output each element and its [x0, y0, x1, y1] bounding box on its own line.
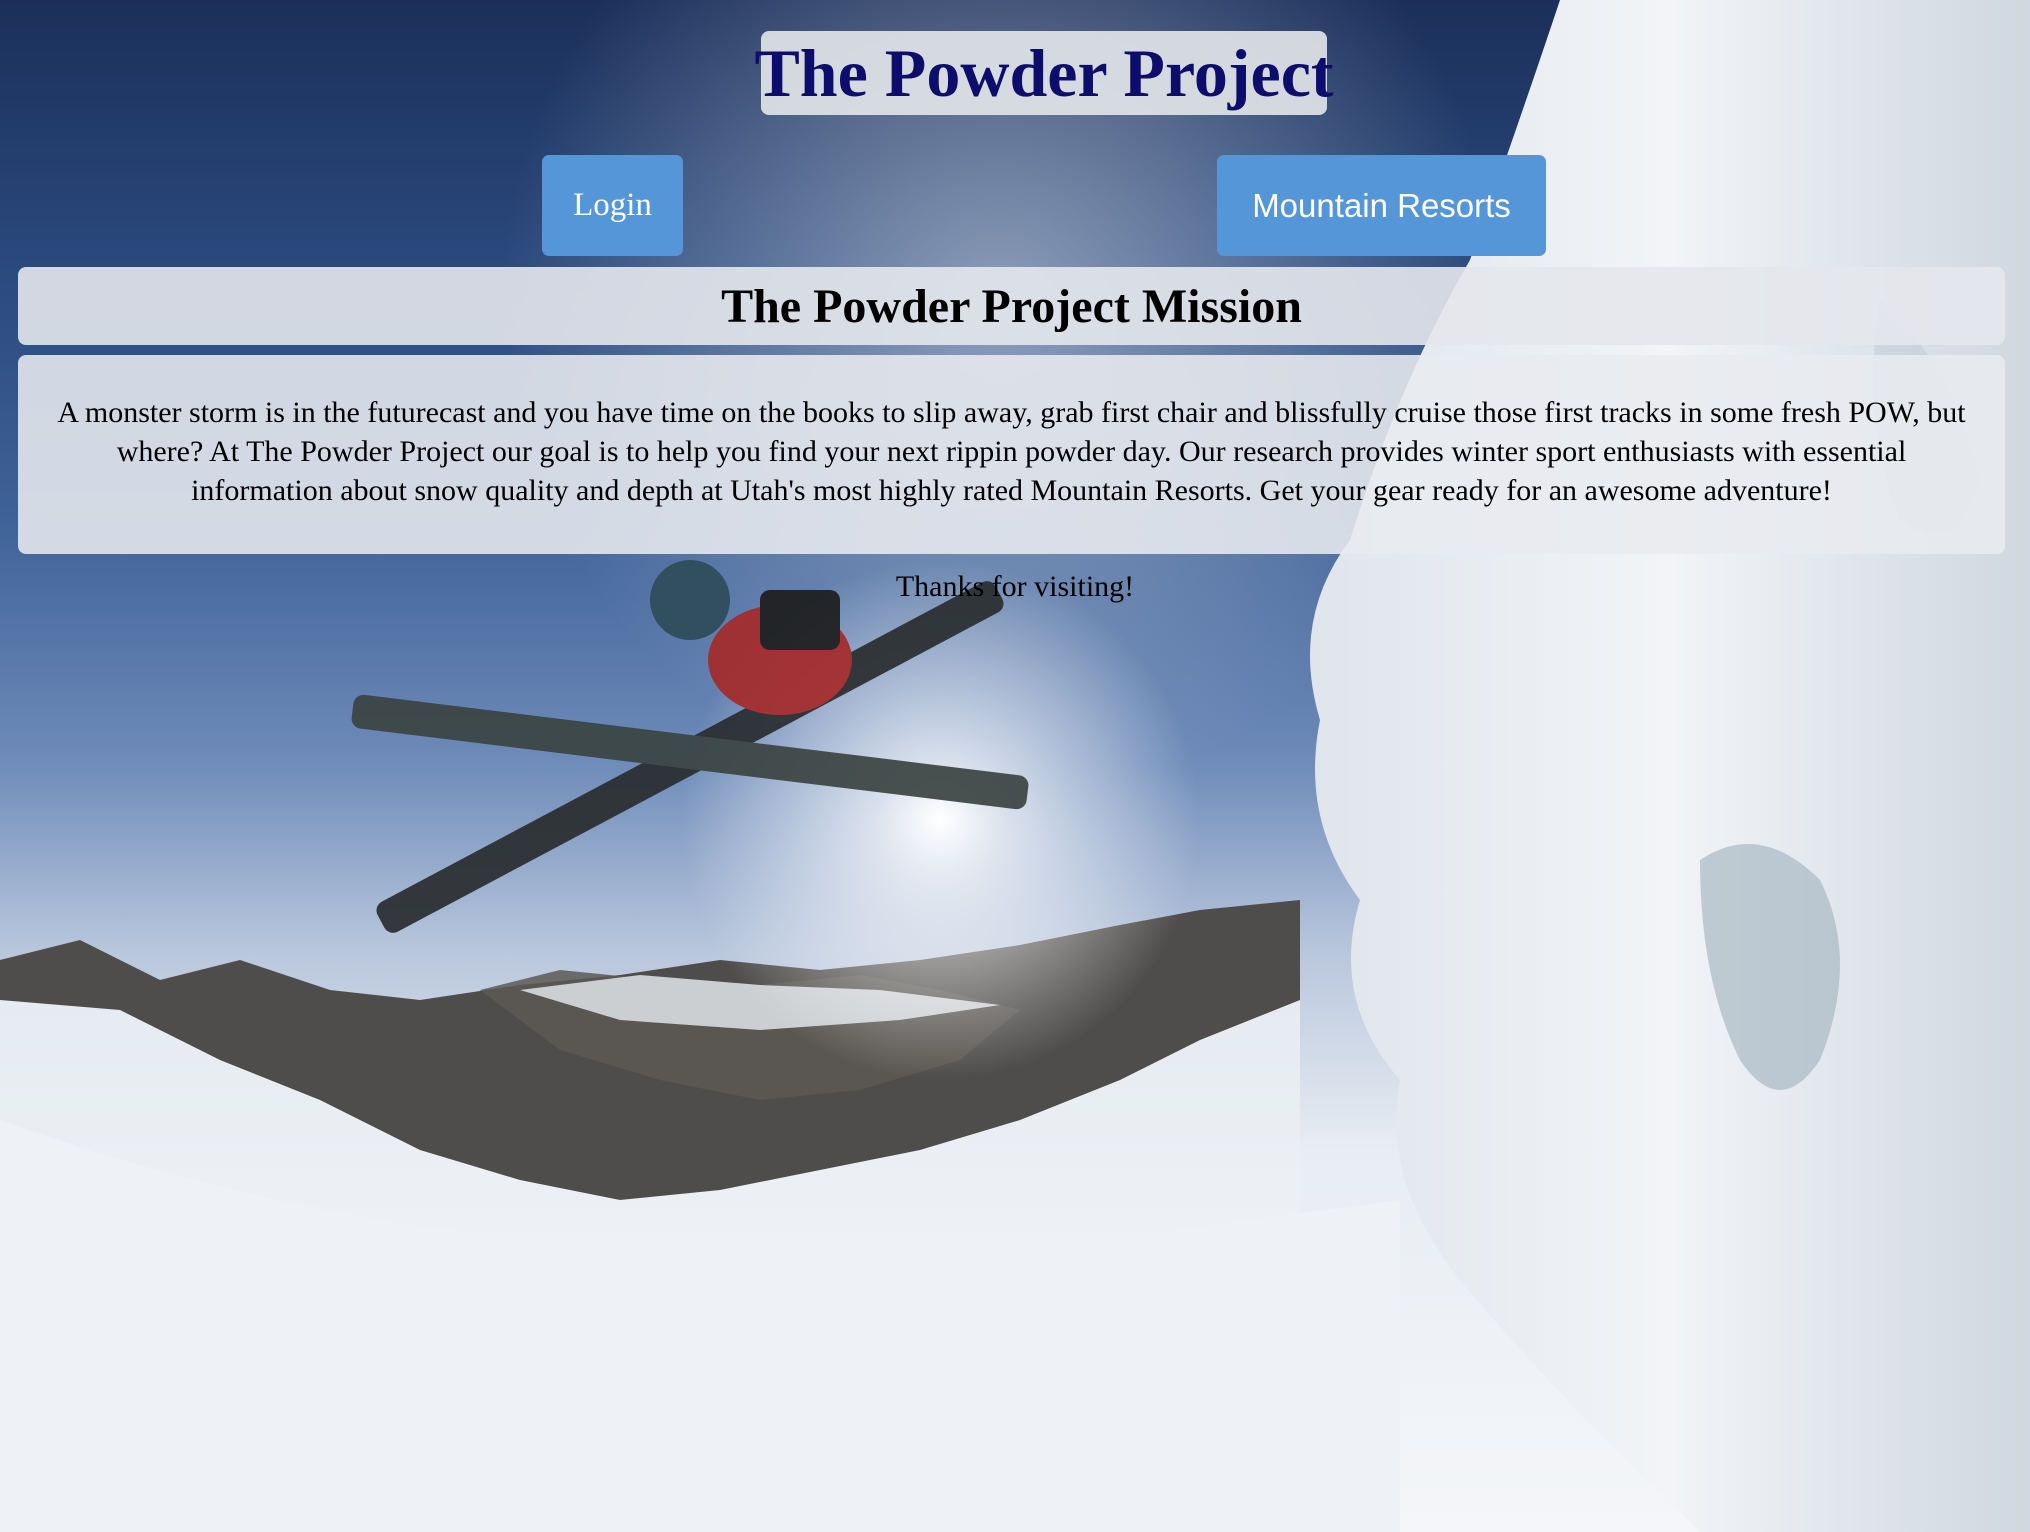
mountain-resorts-button[interactable]: Mountain Resorts — [1217, 155, 1546, 256]
mission-text-box: A monster storm is in the futurecast and… — [18, 355, 2005, 554]
mission-heading-box: The Powder Project Mission — [18, 267, 2005, 345]
site-title-box: The Powder Project — [754, 31, 1334, 115]
mission-text: A monster storm is in the futurecast and… — [57, 396, 1966, 507]
thanks-message: Thanks for visiting! — [895, 570, 1135, 603]
background-photo — [0, 0, 2030, 1532]
login-button[interactable]: Login — [542, 155, 683, 256]
mission-heading: The Powder Project Mission — [721, 279, 1302, 333]
site-title: The Powder Project — [754, 35, 1334, 111]
